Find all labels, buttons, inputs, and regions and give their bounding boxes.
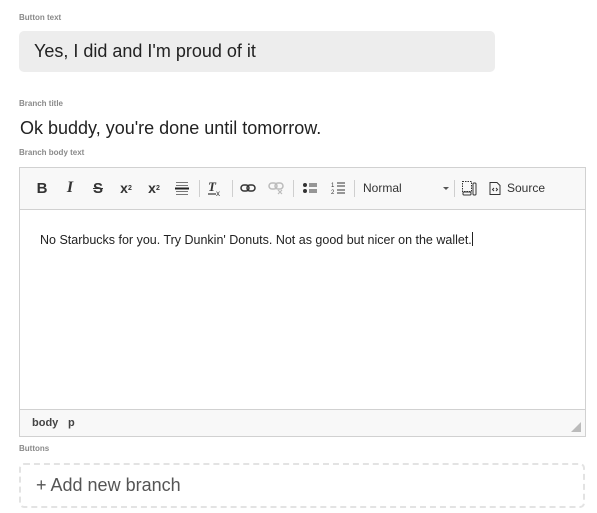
branch-title-input[interactable]: Ok buddy, you're done until tomorrow. xyxy=(20,118,321,139)
path-item-body[interactable]: body xyxy=(32,417,58,429)
add-new-branch-button[interactable]: + Add new branch xyxy=(19,463,585,508)
italic-button[interactable]: I xyxy=(62,178,78,198)
resize-handle[interactable] xyxy=(571,422,581,432)
remove-format-button[interactable]: Tx xyxy=(206,178,224,198)
editor-content[interactable]: No Starbucks for you. Try Dunkin' Donuts… xyxy=(40,232,473,247)
unlink-icon xyxy=(268,182,284,195)
bulleted-list-button[interactable] xyxy=(301,178,319,198)
toolbar-separator xyxy=(232,180,233,197)
editor-body-text: No Starbucks for you. Try Dunkin' Donuts… xyxy=(40,233,472,247)
subscript-icon: x xyxy=(148,180,156,196)
text-cursor xyxy=(471,232,473,246)
numbered-list-icon: 12 xyxy=(331,182,345,195)
svg-text:1: 1 xyxy=(331,183,335,189)
strikethrough-button[interactable]: S xyxy=(90,178,106,198)
link-icon xyxy=(240,184,256,192)
toolbar-separator xyxy=(293,180,294,197)
button-text-input[interactable]: Yes, I did and I'm proud of it xyxy=(19,31,495,72)
editor-statusbar: body p xyxy=(20,409,585,436)
superscript-icon: x xyxy=(120,180,128,196)
chevron-down-icon xyxy=(443,186,449,190)
source-label: Source xyxy=(507,181,546,195)
show-blocks-icon xyxy=(462,181,477,196)
remove-format-icon: Tx xyxy=(208,179,220,197)
svg-text:x: x xyxy=(216,189,220,197)
unlink-button[interactable] xyxy=(267,178,285,198)
superscript-button[interactable]: x2 xyxy=(116,178,136,198)
toolbar-separator xyxy=(454,180,455,197)
svg-text:2: 2 xyxy=(331,190,335,195)
toolbar-separator xyxy=(199,180,200,197)
buttons-label: Buttons xyxy=(19,444,50,453)
toolbar-separator xyxy=(354,180,355,197)
format-select-value: Normal xyxy=(363,181,402,195)
path-item-p[interactable]: p xyxy=(68,417,75,429)
link-button[interactable] xyxy=(239,178,257,198)
editor-toolbar: B I S x2 x2 Tx 12 Normal Source xyxy=(20,168,585,210)
button-text-label: Button text xyxy=(19,13,62,22)
format-select[interactable]: Normal xyxy=(363,178,449,198)
rich-text-editor: B I S x2 x2 Tx 12 Normal Source No Starb… xyxy=(19,167,586,437)
bulleted-list-icon xyxy=(303,183,317,193)
horizontal-line-button[interactable] xyxy=(173,178,191,198)
show-blocks-button[interactable] xyxy=(460,178,478,198)
bold-button[interactable]: B xyxy=(34,178,50,198)
branch-body-label: Branch body text xyxy=(19,148,85,157)
numbered-list-button[interactable]: 12 xyxy=(329,178,347,198)
source-icon xyxy=(489,181,501,195)
source-button[interactable]: Source xyxy=(488,178,550,198)
subscript-button[interactable]: x2 xyxy=(144,178,164,198)
branch-title-label: Branch title xyxy=(19,99,64,108)
horizontal-line-icon xyxy=(175,182,189,195)
